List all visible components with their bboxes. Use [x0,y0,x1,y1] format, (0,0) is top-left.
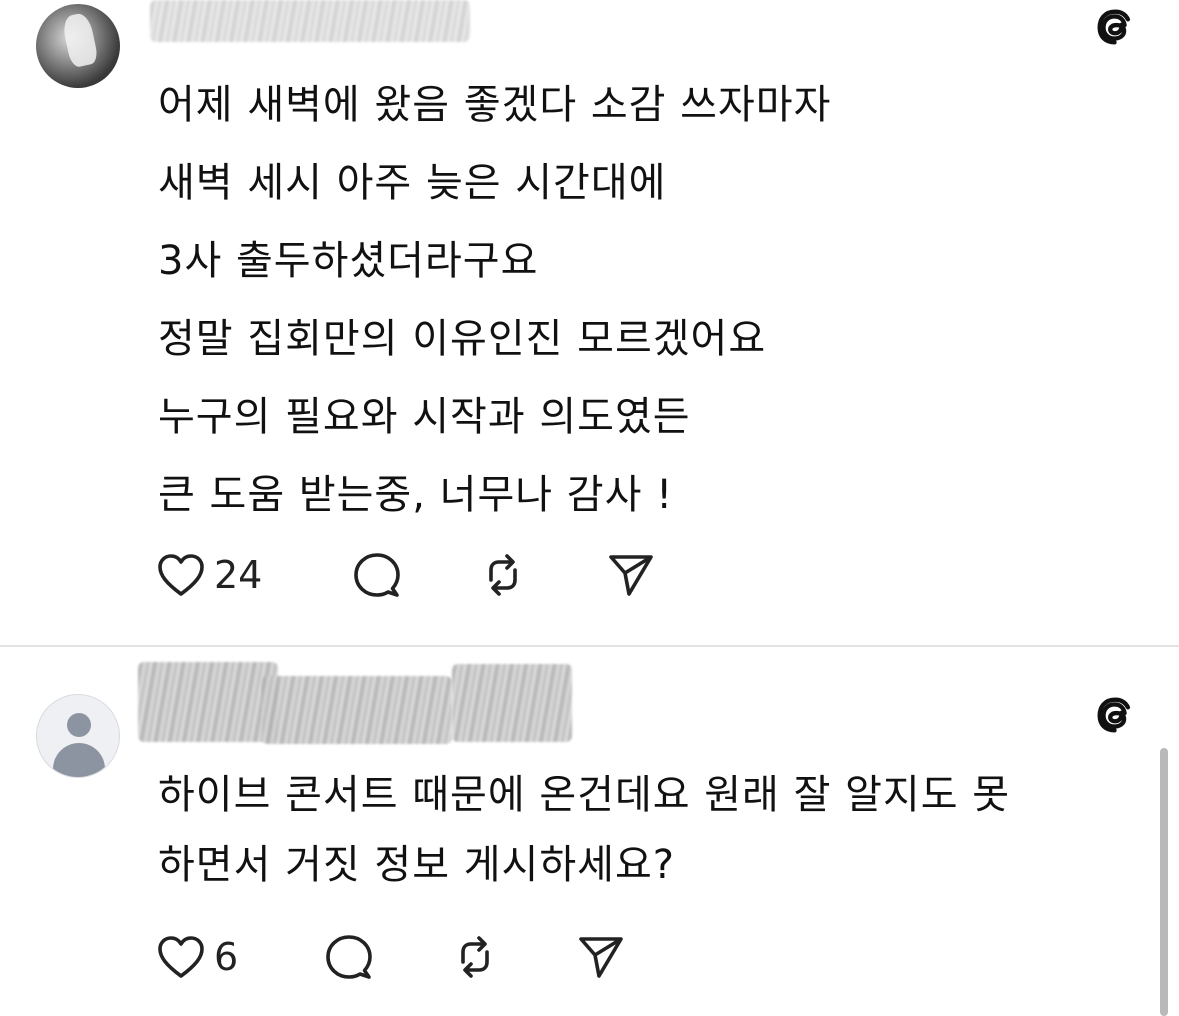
post-body-line: 정말 집회만의 이유인진 모르겠어요 [158,316,767,362]
send-icon [579,937,623,978]
threads-logo-icon[interactable] [1092,692,1138,738]
avatar-head [67,713,91,737]
like-count: 6 [214,935,239,979]
repost-button[interactable] [478,550,528,600]
avatar[interactable] [36,4,120,88]
thread-reply-post: 하이브 콘서트 때문에 온건데요 원래 잘 알지도 못 하면서 거짓 정보 게시… [0,646,1179,1016]
heart-icon [158,936,204,978]
comment-bubble-icon [354,553,400,597]
post-body-line: 하이브 콘서트 때문에 온건데요 원래 잘 알지도 못 [158,772,1011,818]
heart-icon [158,554,204,596]
post-actions: 24 [156,550,676,600]
comment-bubble-icon [326,935,372,979]
redacted-username [262,676,452,744]
share-button[interactable] [606,550,656,600]
reply-button[interactable] [324,932,374,982]
post-actions: 6 [156,932,676,982]
post-body-line: 하면서 거짓 정보 게시하세요? [158,842,675,888]
post-body-line: 누구의 필요와 시작과 의도였든 [158,394,691,440]
post-body-line: 어제 새벽에 왔음 좋겠다 소감 쓰자마자 [158,82,832,128]
post-body-line: 큰 도움 받는중, 너무나 감사 ! [158,472,674,518]
post-body-line: 3사 출두하셨더라구요 [158,238,539,284]
post-body: 하이브 콘서트 때문에 온건데요 원래 잘 알지도 못 하면서 거짓 정보 게시… [158,760,1010,900]
post-body: 어제 새벽에 왔음 좋겠다 소감 쓰자마자 새벽 세시 아주 늦은 시간대에 3… [158,66,831,534]
share-button[interactable] [576,932,626,982]
threads-logo-icon[interactable] [1092,4,1138,50]
repost-arrows-icon [461,936,489,978]
avatar-photo [60,11,100,69]
redacted-username [138,662,278,742]
avatar-shoulders [53,743,105,777]
repost-arrows-icon [489,554,517,596]
scrollbar[interactable] [1160,748,1168,1016]
redacted-username [452,664,572,742]
default-avatar-icon[interactable] [36,694,120,778]
redacted-username [150,0,470,42]
like-button[interactable]: 6 [156,932,238,982]
repost-button[interactable] [450,932,500,982]
like-button[interactable]: 24 [156,550,262,600]
thread-reply-post: 어제 새벽에 왔음 좋겠다 소감 쓰자마자 새벽 세시 아주 늦은 시간대에 3… [0,0,1179,645]
reply-button[interactable] [352,550,402,600]
send-icon [609,555,653,596]
post-body-line: 새벽 세시 아주 늦은 시간대에 [158,160,667,206]
like-count: 24 [214,553,263,597]
